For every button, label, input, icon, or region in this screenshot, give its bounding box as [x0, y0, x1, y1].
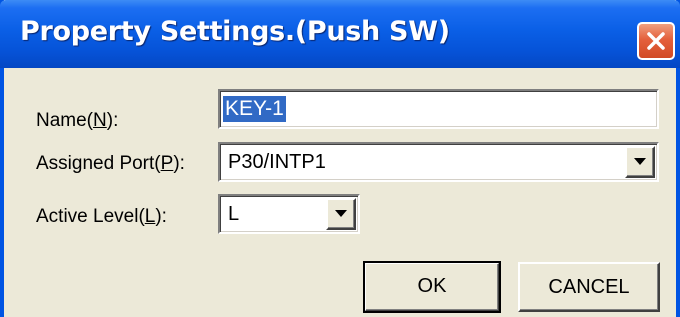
cancel-button[interactable]: CANCEL [518, 262, 660, 312]
assigned-port-value: P30/INTP1 [228, 151, 326, 173]
active-level-value: L [228, 203, 240, 225]
title-bar[interactable]: Property Settings.(Push SW) [0, 0, 680, 68]
assigned-port-select[interactable]: P30/INTP1 [218, 142, 659, 182]
chevron-down-icon [634, 153, 646, 171]
window-title: Property Settings.(Push SW) [20, 16, 450, 47]
ok-button[interactable]: OK [363, 261, 501, 313]
chevron-down-icon [335, 205, 347, 223]
close-icon [645, 30, 667, 52]
active-level-label: Active Level(L): [36, 206, 167, 227]
close-button[interactable] [637, 22, 675, 60]
name-input[interactable]: KEY-1 [218, 89, 659, 129]
name-label: Name(N): [36, 110, 119, 131]
active-level-dropdown-button[interactable] [326, 198, 356, 230]
assigned-port-label: Assigned Port(P): [36, 153, 185, 174]
name-input-value: KEY-1 [223, 96, 286, 122]
active-level-select[interactable]: L [218, 194, 360, 234]
assigned-port-dropdown-button[interactable] [625, 146, 655, 178]
